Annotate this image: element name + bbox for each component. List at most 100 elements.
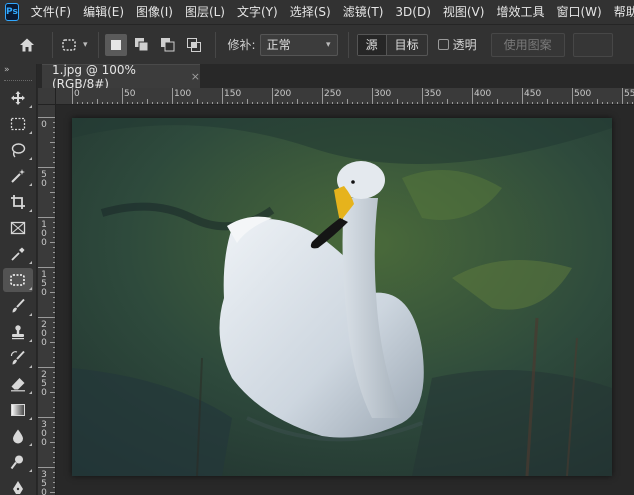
- patch-tool[interactable]: [3, 268, 33, 292]
- move-tool[interactable]: [3, 86, 33, 110]
- menu-edit[interactable]: 编辑(E): [77, 0, 130, 24]
- document-tab-bar: 1.jpg @ 100%(RGB/8#) ×: [38, 62, 634, 91]
- marquee-tool[interactable]: [3, 112, 33, 136]
- magic-wand-icon: [11, 169, 25, 183]
- crop-tool[interactable]: [3, 190, 33, 214]
- target-button[interactable]: 目标: [387, 35, 427, 55]
- tool-preset-picker[interactable]: [59, 34, 81, 56]
- eyedropper-tool[interactable]: [3, 242, 33, 266]
- gradient-icon: [11, 404, 25, 416]
- dodge-icon: [10, 455, 23, 470]
- ruler-origin[interactable]: [38, 88, 56, 105]
- magic-wand-tool[interactable]: [3, 164, 33, 188]
- panel-grip[interactable]: [4, 80, 32, 82]
- transparent-checkbox[interactable]: 透明: [437, 36, 477, 53]
- blur-tool[interactable]: [3, 424, 33, 448]
- photoshop-logo: Ps: [5, 3, 19, 21]
- ruler-label: 350: [424, 89, 442, 99]
- submenu-indicator: [29, 287, 32, 290]
- horizontal-ruler[interactable]: 0 50 100 150 200 250 300 350 400 450 500…: [56, 88, 634, 105]
- checkbox-box[interactable]: [437, 39, 449, 50]
- use-pattern-button[interactable]: 使用图案: [490, 32, 565, 57]
- patch-mode-select[interactable]: 正常 ▾: [259, 33, 338, 56]
- ruler-label: 100: [174, 89, 192, 99]
- document-tab-title: 1.jpg @ 100%(RGB/8#): [52, 62, 136, 91]
- ruler-label: 500: [574, 89, 592, 99]
- ruler-label: 250: [41, 370, 47, 398]
- ruler-label: 50: [41, 170, 47, 189]
- menu-plugins[interactable]: 增效工具: [490, 0, 550, 24]
- collapse-toolbar-button[interactable]: »: [0, 64, 36, 78]
- intersect-selection-button[interactable]: [183, 34, 205, 56]
- menu-view[interactable]: 视图(V): [437, 0, 491, 24]
- ruler-label: 450: [524, 89, 542, 99]
- ruler-label: 150: [224, 89, 242, 99]
- lasso-tool[interactable]: [3, 138, 33, 162]
- menu-filter[interactable]: 滤镜(T): [337, 0, 390, 24]
- menu-help[interactable]: 帮助(H): [608, 0, 634, 24]
- subtract-selection-button[interactable]: [157, 34, 179, 56]
- source-button[interactable]: 源: [357, 34, 386, 55]
- menu-type[interactable]: 文字(Y): [231, 0, 284, 24]
- document-canvas[interactable]: [72, 118, 612, 476]
- new-selection-button[interactable]: [104, 33, 127, 56]
- ruler-label: 200: [274, 89, 292, 99]
- transparent-label: 透明: [452, 38, 477, 52]
- gradient-tool[interactable]: [3, 398, 33, 422]
- chevron-down-icon: ▾: [326, 39, 331, 50]
- history-brush-icon: [10, 350, 25, 365]
- eraser-icon: [11, 378, 25, 392]
- menu-window[interactable]: 窗口(W): [550, 0, 607, 24]
- eyedropper-icon: [11, 247, 25, 261]
- menu-select[interactable]: 选择(S): [284, 0, 337, 24]
- canvas-workspace[interactable]: [57, 106, 634, 495]
- menu-3d[interactable]: 3D(D): [389, 0, 436, 24]
- subtract-selection-icon: [160, 37, 175, 51]
- patch-icon: [10, 274, 25, 286]
- vertical-ruler[interactable]: 0 50 100 150 200 250 300 350: [38, 105, 56, 495]
- submenu-indicator: [29, 183, 32, 186]
- submenu-indicator: [29, 391, 32, 394]
- swan-photo[interactable]: [72, 118, 612, 476]
- ruler-label: 400: [474, 89, 492, 99]
- eraser-tool[interactable]: [3, 372, 33, 396]
- patch-mode-value: 正常: [266, 38, 291, 52]
- drop-icon: [13, 429, 23, 444]
- pattern-picker[interactable]: [572, 32, 613, 57]
- submenu-indicator: [29, 157, 32, 160]
- frame-tool[interactable]: [3, 216, 33, 240]
- ruler-label: 250: [324, 89, 342, 99]
- submenu-indicator: [29, 469, 32, 472]
- source-target-toggle: 源 目标: [356, 33, 428, 56]
- separator: [52, 31, 53, 58]
- ruler-label: 0: [74, 89, 80, 99]
- add-selection-button[interactable]: [131, 34, 153, 56]
- menu-bar: Ps 文件(F) 编辑(E) 图像(I) 图层(L) 文字(Y) 选择(S) 滤…: [0, 0, 634, 24]
- pen-tool[interactable]: [3, 476, 33, 495]
- patch-icon: [62, 38, 76, 51]
- lasso-icon: [11, 143, 26, 158]
- chevron-down-icon[interactable]: ▾: [83, 40, 88, 50]
- menu-layer[interactable]: 图层(L): [179, 0, 231, 24]
- separator: [347, 31, 349, 58]
- stamp-icon: [12, 325, 24, 340]
- dodge-tool[interactable]: [3, 450, 33, 474]
- options-bar: ▾ 修补: 正常 ▾ 源 目标 透明 使用图案: [0, 24, 634, 64]
- stamp-tool[interactable]: [3, 320, 33, 344]
- brush-tool[interactable]: [3, 294, 33, 318]
- close-icon[interactable]: ×: [191, 70, 200, 83]
- brush-icon: [12, 298, 25, 313]
- history-brush-tool[interactable]: [3, 346, 33, 370]
- document-tab[interactable]: 1.jpg @ 100%(RGB/8#) ×: [42, 62, 200, 91]
- ruler-label: 350: [41, 470, 47, 495]
- ruler-ticks: [72, 88, 633, 104]
- home-button[interactable]: [16, 34, 38, 56]
- crop-icon: [11, 195, 25, 209]
- submenu-indicator: [29, 417, 32, 420]
- menu-file[interactable]: 文件(F): [25, 0, 77, 24]
- menu-image[interactable]: 图像(I): [130, 0, 179, 24]
- submenu-indicator: [29, 105, 32, 108]
- ruler-label: 100: [41, 220, 47, 248]
- submenu-indicator: [29, 365, 32, 368]
- home-icon: [20, 38, 34, 51]
